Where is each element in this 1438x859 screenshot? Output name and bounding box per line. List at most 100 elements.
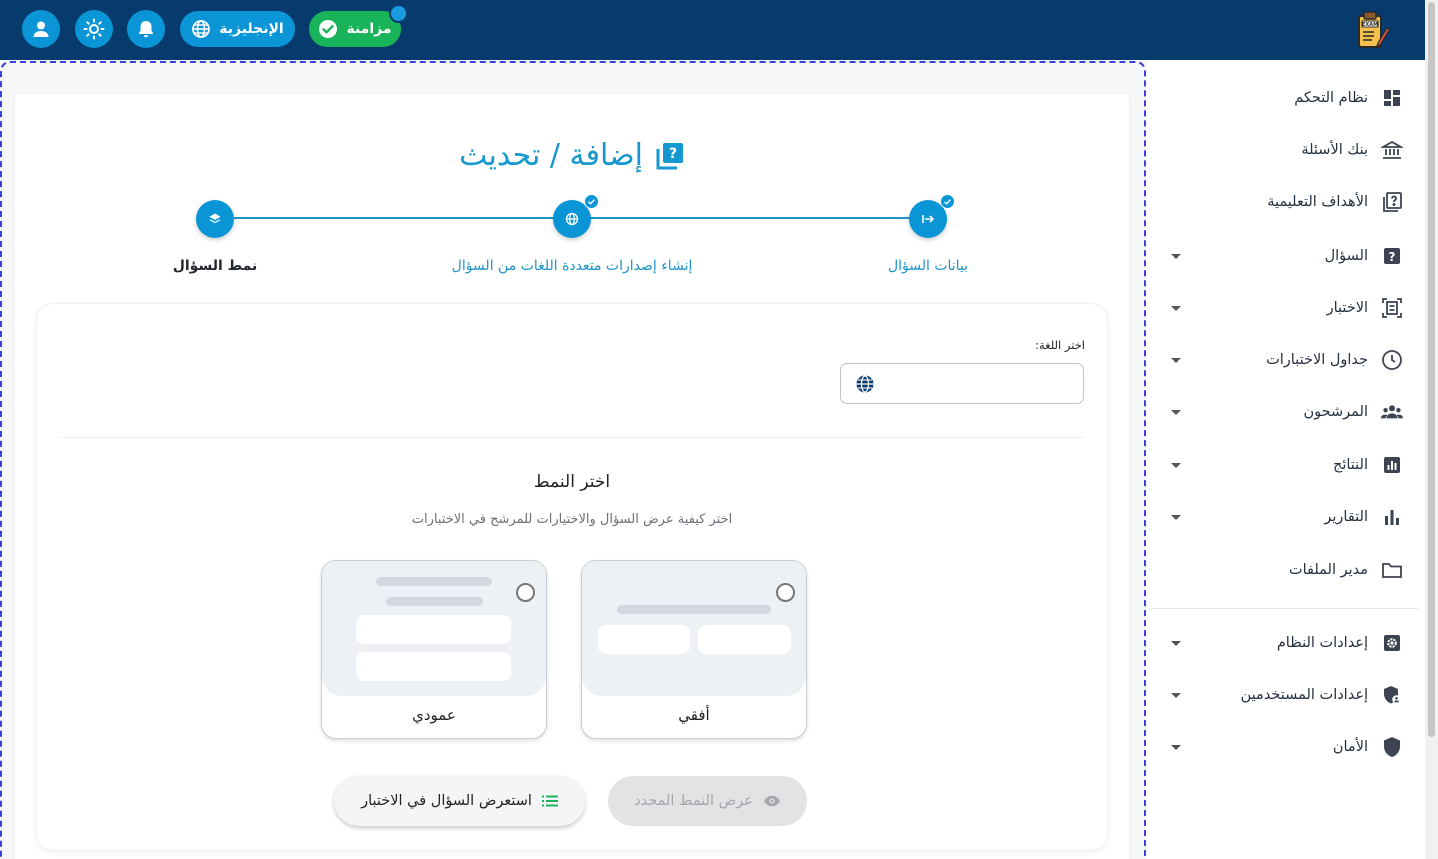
- sidebar-item-label: إعدادات النظام: [1276, 635, 1368, 651]
- globe-icon: [565, 212, 579, 226]
- layout-form-card: اختر اللغة: اختر النمط اختر كيفية عرض ال…: [37, 304, 1107, 850]
- profile-button[interactable]: [22, 10, 60, 48]
- bell-icon: [139, 21, 153, 38]
- step-2-circle[interactable]: [553, 194, 599, 238]
- sidebar-item-label: الاختبار: [1326, 300, 1368, 316]
- sidebar-item-reports[interactable]: التقارير: [1146, 497, 1425, 537]
- settings-icon: [1381, 632, 1403, 654]
- question-icon: ?: [1381, 245, 1403, 267]
- book-question-icon: [1381, 191, 1403, 213]
- preview-selected-layout-button[interactable]: عرض النمط المحدد: [608, 776, 807, 826]
- svg-text:?: ?: [669, 146, 677, 162]
- sidebar-item-exam-schedules[interactable]: جداول الاختبارات: [1146, 340, 1425, 380]
- sidebar-item-label: المرشحون: [1303, 404, 1368, 420]
- step-3-label: نمط السؤال: [172, 258, 258, 274]
- exam-icon: [1381, 297, 1403, 319]
- sidebar-item-label: بنك الأسئلة: [1301, 142, 1368, 158]
- sidebar-item-exam[interactable]: الاختبار: [1146, 288, 1425, 328]
- chevron-down-icon: [1171, 640, 1181, 646]
- layers-icon: [209, 213, 221, 224]
- step-2-label: إنشاء إصدارات متعددة اللغات من السؤال: [451, 258, 693, 274]
- layout-option-horizontal[interactable]: أفقي: [581, 560, 807, 739]
- review-question-in-exam-button[interactable]: استعرض السؤال في الاختبار: [334, 776, 585, 826]
- globe-icon: [856, 375, 874, 393]
- sidebar-item-label: التقارير: [1324, 509, 1368, 525]
- step-3-circle[interactable]: [196, 200, 234, 238]
- svg-text:?: ?: [1389, 250, 1396, 264]
- exam-logo-icon: EXAM: [1358, 11, 1390, 48]
- eye-icon: [763, 795, 780, 807]
- language-select[interactable]: [840, 363, 1084, 404]
- top-bar: الإنجليزية مزامنة EXAM: [0, 0, 1425, 60]
- language-switch-label: الإنجليزية: [219, 21, 284, 37]
- folder-icon: [1381, 559, 1403, 581]
- step-1-circle[interactable]: [909, 194, 955, 238]
- sidebar-item-label: نظام التحكم: [1294, 90, 1368, 106]
- sidebar-item-question[interactable]: ? السؤال: [1146, 236, 1425, 276]
- user-icon: [33, 21, 49, 37]
- sidebar-item-file-manager[interactable]: مدير الملفات: [1146, 550, 1425, 590]
- horizontal-label: أفقي: [678, 706, 710, 724]
- clock-icon: [1381, 349, 1403, 371]
- sync-label: مزامنة: [346, 21, 392, 37]
- sidebar-item-learning-objectives[interactable]: الأهداف التعليمية: [1146, 182, 1425, 222]
- main-card: ? إضافة / تحديث بيانات السؤال إنشاء إصدا…: [15, 94, 1129, 859]
- sidebar-item-candidates[interactable]: المرشحون: [1146, 392, 1425, 432]
- horizontal-layout-preview: [582, 561, 806, 696]
- page-scrollbar[interactable]: [1425, 0, 1438, 859]
- sun-icon: [83, 18, 105, 40]
- section-divider: [59, 437, 1084, 438]
- choose-layout-title: اختر النمط: [533, 472, 611, 492]
- sync-button[interactable]: مزامنة: [309, 11, 401, 47]
- sidebar-item-dashboard[interactable]: نظام التحكم: [1146, 78, 1425, 118]
- sidebar-item-label: الأهداف التعليمية: [1267, 194, 1368, 210]
- shield-icon: [1381, 736, 1403, 758]
- sync-status-dot: [389, 4, 408, 23]
- chevron-down-icon: [1171, 357, 1181, 363]
- page-title: ? إضافة / تحديث: [15, 138, 1129, 173]
- page-title-text: إضافة / تحديث: [459, 138, 643, 173]
- sidebar-item-security[interactable]: الأمان: [1146, 727, 1425, 767]
- arrow-right-icon: [922, 215, 935, 223]
- layout-option-vertical[interactable]: عمودي: [321, 560, 547, 739]
- sidebar-item-label: مدير الملفات: [1288, 562, 1368, 578]
- list-icon: [541, 795, 558, 807]
- check-circle-icon: [319, 20, 338, 38]
- bar-chart-icon: [1381, 506, 1403, 528]
- vertical-radio[interactable]: [516, 583, 535, 602]
- choose-layout-subtitle: اختر كيفية عرض السؤال والاختيارات للمرشح…: [411, 512, 733, 527]
- step-2-check-icon: [584, 194, 599, 209]
- sidebar-item-question-bank[interactable]: بنك الأسئلة: [1146, 130, 1425, 170]
- notifications-button[interactable]: [127, 10, 165, 48]
- horizontal-radio[interactable]: [776, 583, 795, 602]
- book-question-icon: ?: [656, 142, 683, 169]
- dashboard-icon: [1381, 87, 1403, 109]
- scrollbar-thumb[interactable]: [1428, 2, 1435, 737]
- sidebar-item-user-settings[interactable]: إعدادات المستخدمين: [1146, 675, 1425, 715]
- sidebar-item-label: النتائج: [1332, 457, 1368, 473]
- theme-toggle-button[interactable]: [75, 10, 113, 48]
- chart-box-icon: [1381, 454, 1403, 476]
- sidebar-divider: [1152, 608, 1418, 609]
- chevron-down-icon: [1171, 462, 1181, 468]
- chevron-down-icon: [1171, 744, 1181, 750]
- chevron-down-icon: [1171, 409, 1181, 415]
- sidebar-item-label: إعدادات المستخدمين: [1240, 687, 1368, 703]
- bank-icon: [1381, 139, 1403, 161]
- svg-text:EXAM: EXAM: [1362, 22, 1378, 28]
- step-1-check-icon: [940, 194, 955, 209]
- sidebar-item-label: جداول الاختبارات: [1266, 352, 1368, 368]
- review-question-in-exam-label: استعرض السؤال في الاختبار: [361, 793, 532, 809]
- people-icon: [1381, 401, 1403, 423]
- sidebar-item-results[interactable]: النتائج: [1146, 445, 1425, 485]
- language-field-label: اختر اللغة:: [1035, 338, 1085, 352]
- chevron-down-icon: [1171, 253, 1181, 259]
- language-switch-button[interactable]: الإنجليزية: [180, 11, 295, 47]
- chevron-down-icon: [1171, 305, 1181, 311]
- sidebar-item-system-settings[interactable]: إعدادات النظام: [1146, 623, 1425, 663]
- preview-selected-layout-label: عرض النمط المحدد: [634, 793, 753, 809]
- sidebar: نظام التحكم بنك الأسئلة الأهداف التعليمي…: [1146, 60, 1425, 859]
- sidebar-item-label: الأمان: [1332, 739, 1368, 755]
- vertical-layout-preview: [322, 561, 546, 696]
- user-shield-icon: [1381, 684, 1403, 706]
